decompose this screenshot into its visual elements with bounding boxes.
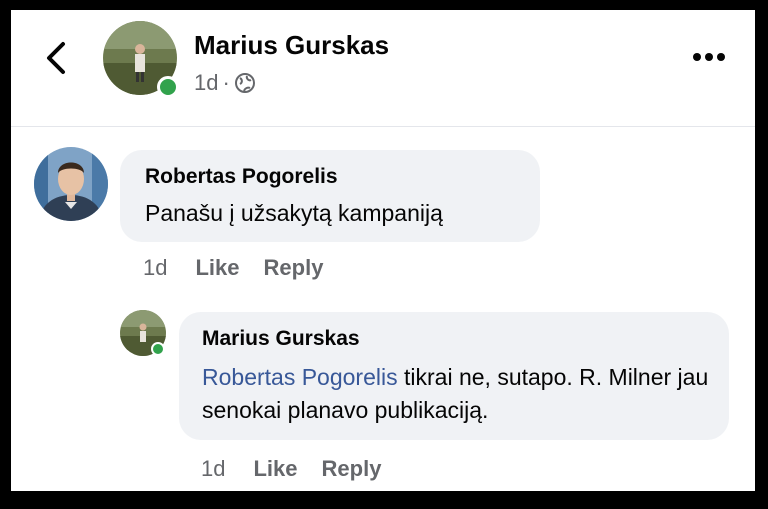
commenter-avatar[interactable] xyxy=(34,147,108,221)
back-arrow-icon[interactable] xyxy=(41,40,71,76)
mention-link[interactable]: Robertas Pogorelis xyxy=(202,364,398,390)
post-meta: 1d · xyxy=(194,70,256,96)
reply-online-status-dot xyxy=(151,342,165,356)
comment-actions: 1d Like Reply xyxy=(143,255,323,281)
reply-author-name[interactable]: Marius Gurskas xyxy=(202,327,360,351)
online-status-dot xyxy=(157,76,179,98)
comment-text: Panašu į užsakytą kampaniją xyxy=(145,200,443,226)
reply-reply-button[interactable]: Reply xyxy=(322,456,382,482)
post-header: Marius Gurskas 1d · xyxy=(11,10,755,127)
reply-actions: 1d Like Reply xyxy=(201,456,381,482)
globe-icon xyxy=(234,73,255,93)
comment-author-name[interactable]: Robertas Pogorelis xyxy=(145,165,338,189)
reply-button[interactable]: Reply xyxy=(264,255,324,281)
like-button[interactable]: Like xyxy=(195,255,239,281)
screen: Marius Gurskas 1d · Robertas Pogorelis P… xyxy=(11,10,755,491)
more-options-icon[interactable] xyxy=(691,50,727,64)
post-time[interactable]: 1d xyxy=(194,70,218,96)
reply-like-button[interactable]: Like xyxy=(253,456,297,482)
reply-text: Robertas Pogorelis tikrai ne, sutapo. R.… xyxy=(202,361,712,427)
comment-time[interactable]: 1d xyxy=(143,255,167,281)
meta-separator: · xyxy=(222,70,230,95)
reply-time[interactable]: 1d xyxy=(201,456,225,482)
post-author-name[interactable]: Marius Gurskas xyxy=(194,30,389,61)
